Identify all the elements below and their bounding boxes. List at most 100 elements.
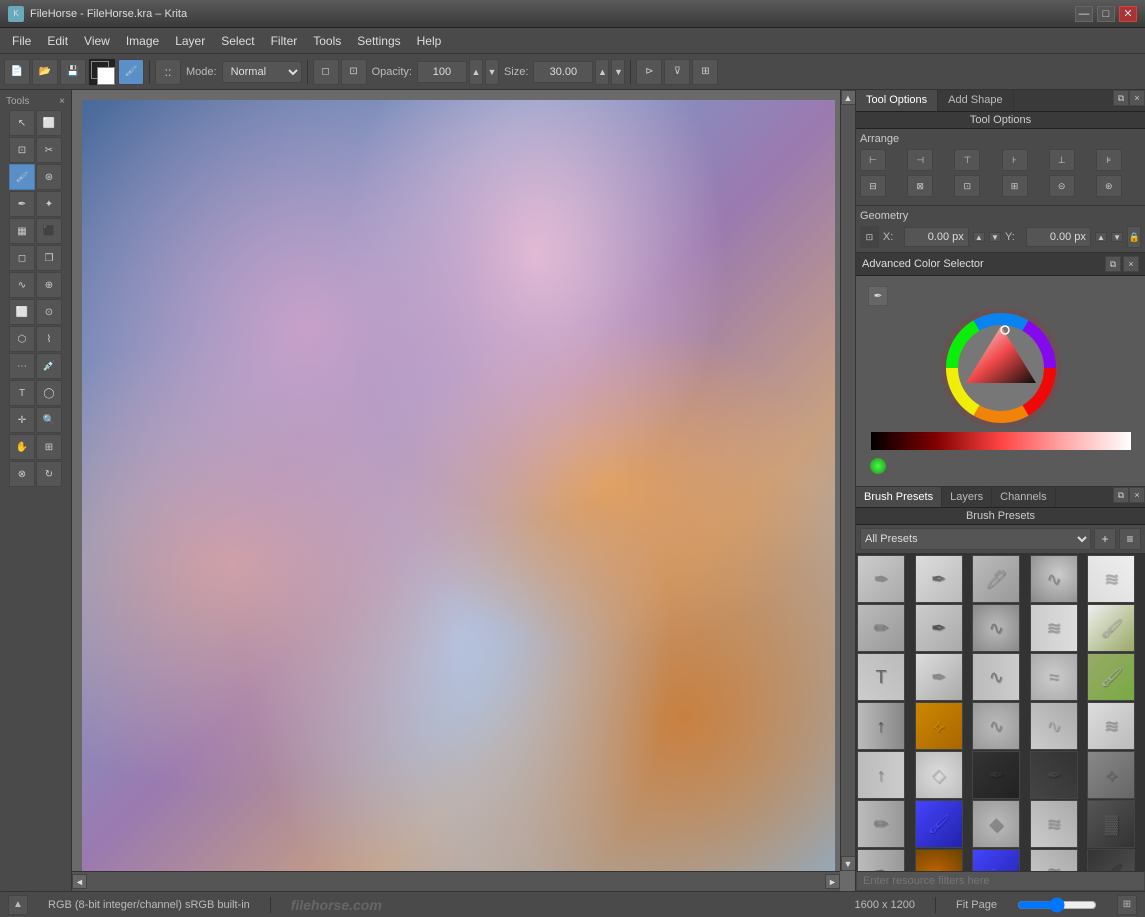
tab-layers[interactable]: Layers (942, 487, 992, 507)
align-left-button[interactable]: ⊢ (860, 149, 886, 171)
preset-options-button[interactable]: ≡ (1119, 528, 1141, 550)
text-button[interactable]: T (9, 380, 35, 406)
maximize-button[interactable]: □ (1097, 6, 1115, 22)
select-tool-button[interactable]: ↖ (9, 110, 35, 136)
rect-select-button[interactable]: ⬜ (9, 299, 35, 325)
align-top-button[interactable]: ⊦ (1002, 149, 1028, 171)
brush-item-26[interactable]: ✏ (857, 800, 905, 848)
size-down[interactable]: ▼ (611, 59, 625, 85)
brush-item-3[interactable]: 🖊 (972, 555, 1020, 603)
distribute-center-v-button[interactable]: ⊝ (1049, 175, 1075, 197)
tab-tool-options[interactable]: Tool Options (856, 90, 938, 111)
scroll-down-button[interactable]: ▼ (841, 856, 856, 871)
smudge-button[interactable]: ∿ (9, 272, 35, 298)
brush-item-28[interactable]: ◆ (972, 800, 1020, 848)
tab-brush-presets[interactable]: Brush Presets (856, 487, 942, 507)
align-bottom-button[interactable]: ⊧ (1096, 149, 1122, 171)
brush-item-35[interactable]: 🖌 (1087, 849, 1135, 871)
distribute-center-h-button[interactable]: ⊠ (907, 175, 933, 197)
brush-tool-button[interactable]: 🖌 (118, 59, 144, 85)
filter-brush-button[interactable]: ⊕ (36, 272, 62, 298)
tools-collapse[interactable]: × (59, 96, 65, 107)
mode-select[interactable]: Normal (222, 61, 302, 83)
fill-button[interactable]: ⬛ (36, 218, 62, 244)
gradient-bar[interactable] (871, 432, 1131, 450)
measure-button[interactable]: ⊞ (36, 434, 62, 460)
clone-tool-button[interactable]: ❐ (36, 245, 62, 271)
brush-item-18[interactable]: ∿ (972, 702, 1020, 750)
brush-item-6[interactable]: ✏ (857, 604, 905, 652)
preserve-alpha-button[interactable]: ⊡ (341, 59, 367, 85)
brush-item-20[interactable]: ≋ (1087, 702, 1135, 750)
color-swatch[interactable] (88, 58, 116, 86)
menu-settings[interactable]: Settings (349, 32, 408, 50)
close-button[interactable]: ✕ (1119, 6, 1137, 22)
menu-view[interactable]: View (76, 32, 118, 50)
save-button[interactable]: 💾 (60, 59, 86, 85)
brush-item-17[interactable]: ⟡ (915, 702, 963, 750)
gradient-fill-button[interactable]: ▦ (9, 218, 35, 244)
brush-item-34[interactable]: ≋ (1030, 849, 1078, 871)
color-picker-button[interactable]: 💉 (36, 353, 62, 379)
brush-panel-float[interactable]: ⧉ (1113, 487, 1129, 503)
vertical-scrollbar[interactable]: ▲ ▼ (840, 90, 855, 871)
brush-item-22[interactable]: ◇ (915, 751, 963, 799)
open-file-button[interactable]: 📂 (32, 59, 58, 85)
brush-item-24[interactable]: ✒ (1030, 751, 1078, 799)
brush-item-7[interactable]: ✒ (915, 604, 963, 652)
x-spin-up[interactable]: ▲ (973, 232, 985, 242)
menu-tools[interactable]: Tools (305, 32, 349, 50)
brush-item-14[interactable]: ≈ (1030, 653, 1078, 701)
brush-item-16[interactable]: ↑ (857, 702, 905, 750)
brush-item-27[interactable]: 🖌 (915, 800, 963, 848)
align-center-v-button[interactable]: ⊥ (1049, 149, 1075, 171)
assistant-button[interactable]: ⊗ (9, 461, 35, 487)
menu-edit[interactable]: Edit (39, 32, 76, 50)
brush-item-12[interactable]: ✒ (915, 653, 963, 701)
y-spin-down[interactable]: ▼ (1111, 232, 1123, 242)
lock-ratio-button[interactable]: 🔒 (1127, 226, 1141, 248)
menu-layer[interactable]: Layer (167, 32, 213, 50)
pan-button[interactable]: ✋ (9, 434, 35, 460)
expand-button[interactable]: ▲ (8, 895, 28, 915)
artwork[interactable] (82, 100, 835, 871)
opacity-up[interactable]: ▲ (469, 59, 483, 85)
brush-item-33[interactable]: ∿ (972, 849, 1020, 871)
brush-item-25[interactable]: ⟡ (1087, 751, 1135, 799)
menu-file[interactable]: File (4, 32, 39, 50)
scroll-left-button[interactable]: ◄ (72, 874, 87, 889)
brush-item-31[interactable]: ✒ (857, 849, 905, 871)
x-input[interactable] (904, 227, 969, 247)
brush-item-4[interactable]: ∿ (1030, 555, 1078, 603)
y-input[interactable] (1026, 227, 1091, 247)
brush-item-23[interactable]: ✒ (972, 751, 1020, 799)
scroll-right-button[interactable]: ► (825, 874, 840, 889)
brush-item-2[interactable]: ✒ (915, 555, 963, 603)
multibrush-button[interactable]: ✦ (36, 191, 62, 217)
distribute-bottom-button[interactable]: ⊛ (1096, 175, 1122, 197)
ellipse-select-button[interactable]: ⊙ (36, 299, 62, 325)
crop-button[interactable]: ✂ (36, 137, 62, 163)
eraser-tool-button[interactable]: ◻ (9, 245, 35, 271)
brush-item-10[interactable]: 🖌 (1087, 604, 1135, 652)
panel-close-button[interactable]: × (1129, 90, 1145, 106)
grid-button[interactable]: :: (155, 59, 181, 85)
add-preset-button[interactable]: + (1094, 528, 1116, 550)
align-right-button[interactable]: ⊤ (954, 149, 980, 171)
eraser-button[interactable]: ◻ (313, 59, 339, 85)
brush-item-19[interactable]: ∿ (1030, 702, 1078, 750)
calligraph-button[interactable]: ✒ (9, 191, 35, 217)
brush-item-29[interactable]: ≋ (1030, 800, 1078, 848)
fullscreen-button[interactable]: ⊞ (1117, 895, 1137, 915)
scroll-up-button[interactable]: ▲ (841, 90, 856, 105)
zoom-tool-button[interactable]: 🔍 (36, 407, 62, 433)
brush-item-32[interactable]: ● (915, 849, 963, 871)
minimize-button[interactable]: — (1075, 6, 1093, 22)
color-picker-icon[interactable]: ✒ (868, 286, 888, 306)
presets-dropdown[interactable]: All Presets (860, 528, 1091, 550)
paint-brush-button[interactable]: 🖌 (9, 164, 35, 190)
new-file-button[interactable]: 📄 (4, 59, 30, 85)
menu-image[interactable]: Image (118, 32, 167, 50)
canvas-area[interactable]: ▲ ▼ ◄ ► (72, 90, 855, 891)
path-select-button[interactable]: ⌇ (36, 326, 62, 352)
